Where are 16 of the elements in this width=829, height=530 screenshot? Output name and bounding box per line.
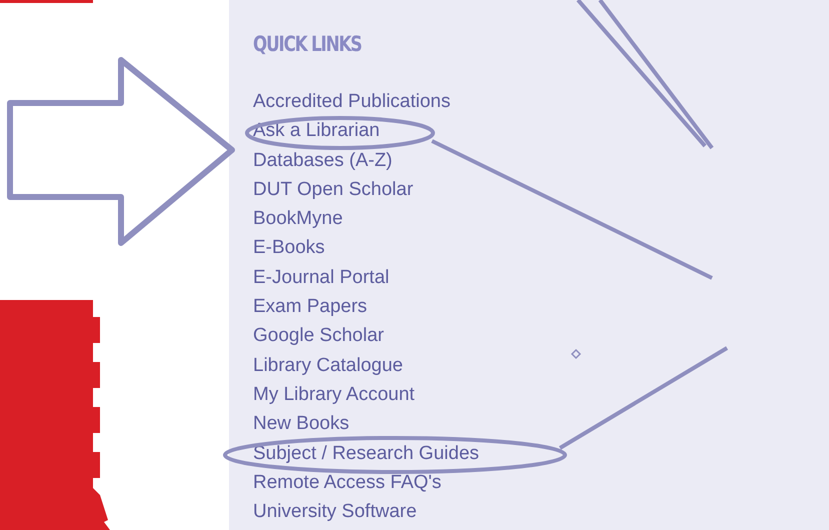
quick-link[interactable]: Remote Access FAQ's [253, 468, 442, 498]
quick-link[interactable]: E-Journal Portal [253, 262, 390, 292]
quick-link[interactable]: My Library Account [253, 380, 415, 410]
quick-link[interactable]: Exam Papers [253, 292, 368, 322]
quick-link[interactable]: New Books [253, 409, 350, 439]
quick-link[interactable]: University Software [253, 497, 417, 526]
diamond-mark [570, 348, 582, 360]
quick-link[interactable]: E-Books [253, 233, 325, 263]
quick-link[interactable]: Google Scholar [253, 321, 384, 351]
quick-link[interactable]: BookMyne [253, 204, 343, 234]
quick-link[interactable]: Library Catalogue [253, 350, 403, 380]
quick-link[interactable]: DUT Open Scholar [253, 174, 414, 204]
section-heading: QUICK LINKS [253, 31, 362, 58]
quick-link[interactable]: Databases (A-Z) [253, 146, 392, 175]
quick-link[interactable]: Subject / Research Guides [253, 438, 480, 468]
quick-link[interactable]: Accredited Publications [253, 87, 450, 116]
